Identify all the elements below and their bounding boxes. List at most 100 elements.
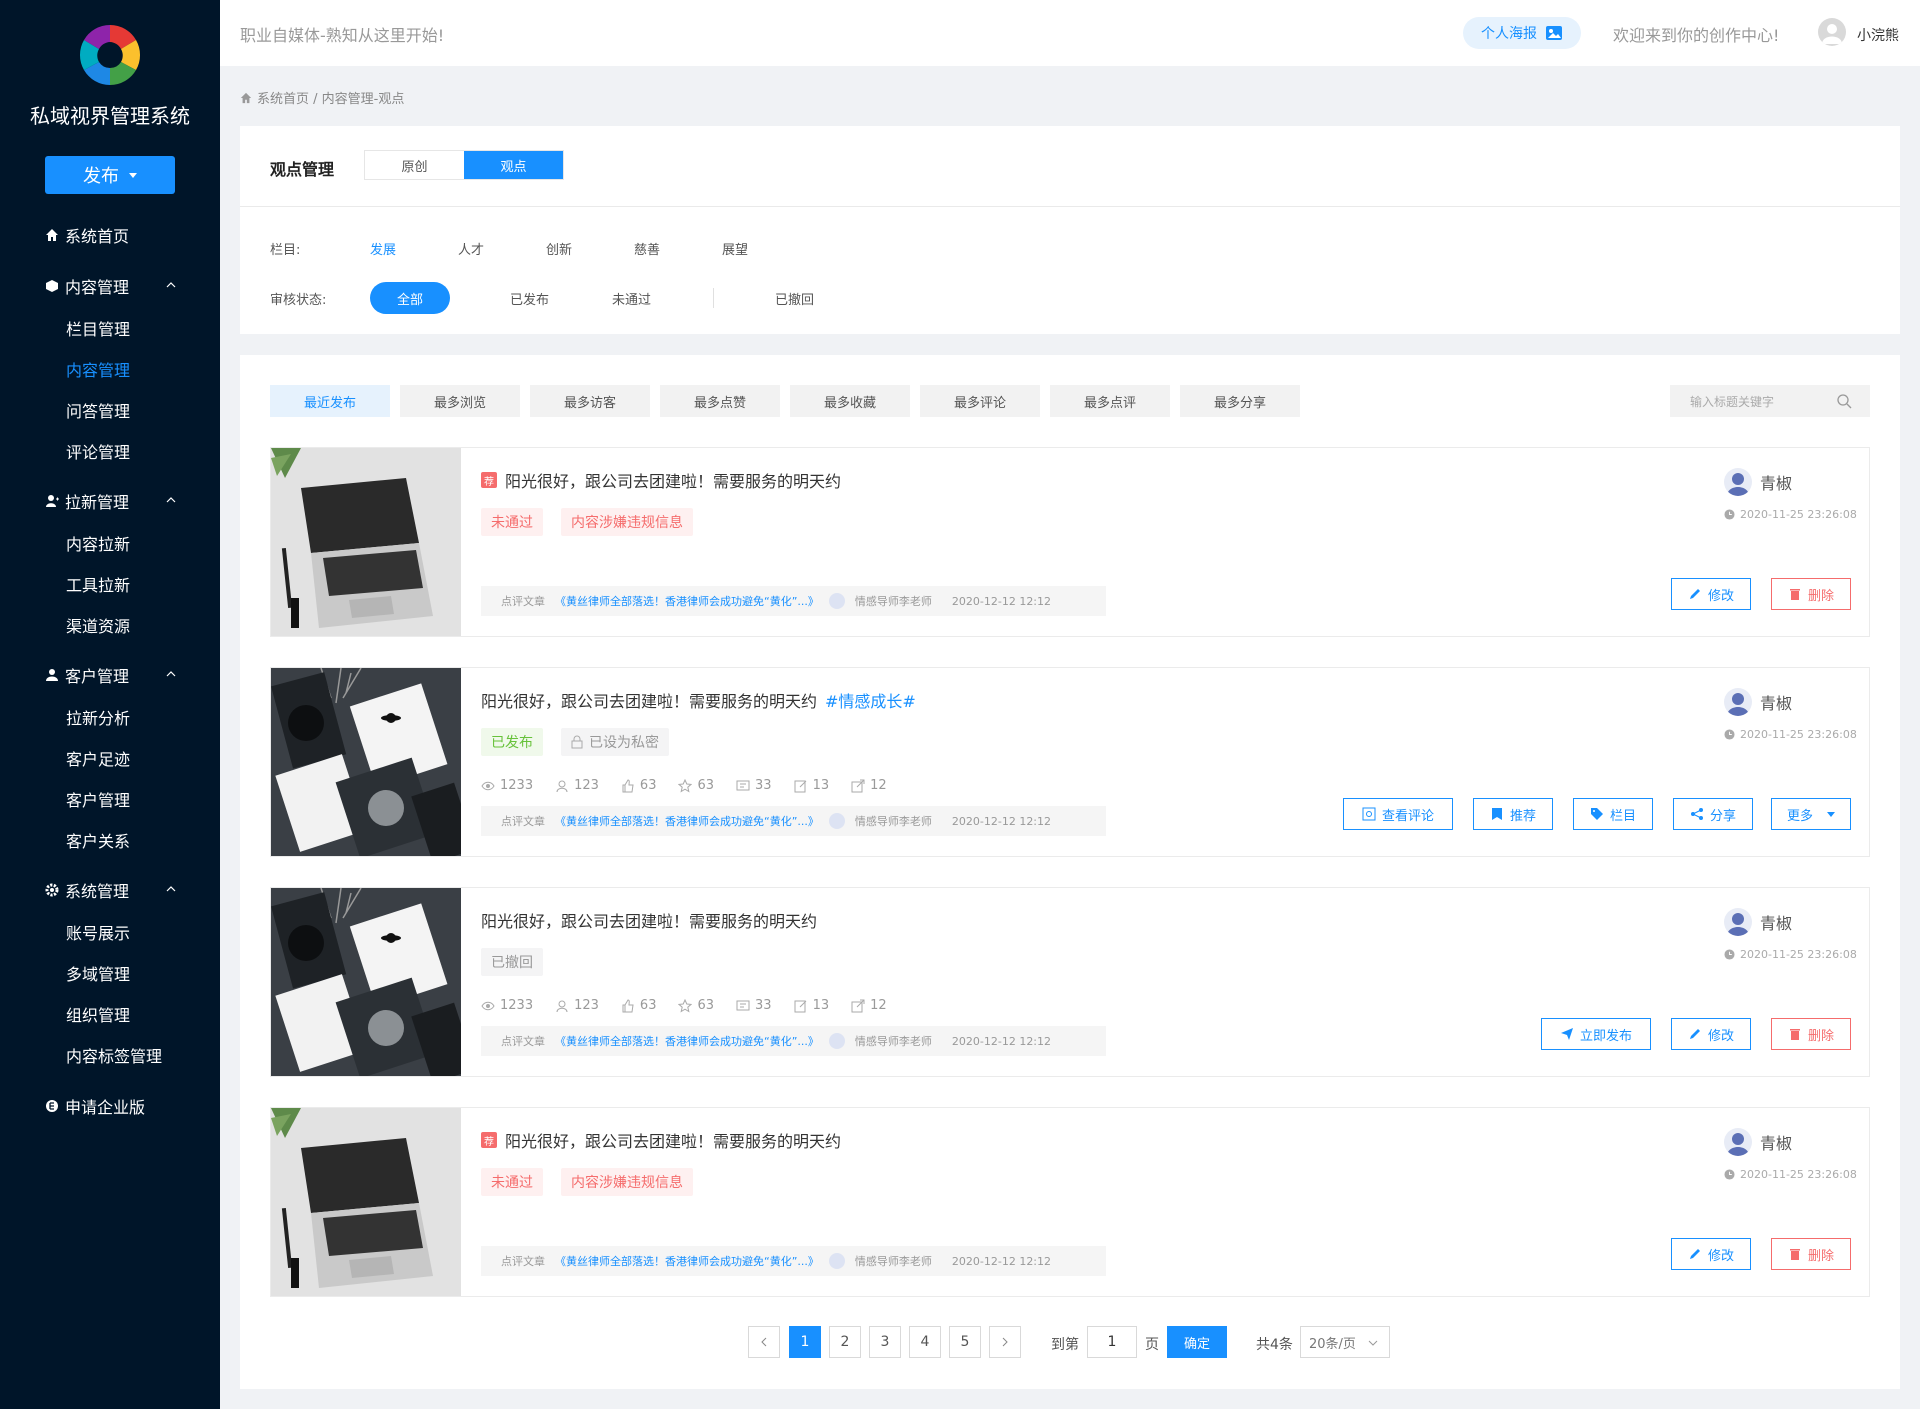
page-1[interactable]: 1	[789, 1326, 821, 1358]
sidebar-item-channel[interactable]: 渠道资源	[66, 605, 130, 645]
breadcrumb-text[interactable]: 系统首页 / 内容管理-观点	[257, 88, 404, 107]
menu-enterprise[interactable]: 申请企业版	[0, 1086, 220, 1126]
ref-article-link[interactable]: 《黄丝律师全部落选！香港律师会成功避免“黄化”...》	[555, 1033, 819, 1049]
menu-system[interactable]: 系统管理	[0, 870, 220, 910]
personal-poster-button[interactable]: 个人海报	[1463, 17, 1581, 49]
prev-page-button[interactable]	[748, 1326, 780, 1358]
sidebar-item-content-growth[interactable]: 内容拉新	[66, 523, 130, 563]
page-5[interactable]: 5	[949, 1326, 981, 1358]
ref-article-link[interactable]: 《黄丝律师全部落选！香港律师会成功避免“黄化”...》	[555, 593, 819, 609]
item-title[interactable]: 荐 阳光很好，跟公司去团建啦！需要服务的明天约	[481, 1128, 841, 1152]
page-3[interactable]: 3	[869, 1326, 901, 1358]
reviewer-avatar	[828, 1253, 845, 1269]
cards-thumbnail[interactable]	[271, 888, 461, 1076]
ref-article-link[interactable]: 《黄丝律师全部落选！香港律师会成功避免“黄化”...》	[555, 1253, 819, 1269]
sidebar-item-footprint[interactable]: 客户足迹	[66, 738, 130, 778]
sort-visitors[interactable]: 最多访客	[530, 385, 650, 417]
sidebar-item-tags[interactable]: 内容标签管理	[66, 1035, 162, 1075]
sort-views[interactable]: 最多浏览	[400, 385, 520, 417]
category-development[interactable]: 发展	[370, 239, 396, 258]
page-2[interactable]: 2	[829, 1326, 861, 1358]
category-outlook[interactable]: 展望	[722, 239, 748, 258]
segment-opinion[interactable]: 观点	[464, 151, 563, 179]
publish-button[interactable]: 发布	[45, 156, 175, 194]
status-all[interactable]: 全部	[370, 282, 450, 314]
stat-visitors: 123	[555, 778, 599, 793]
menu-content[interactable]: 内容管理	[0, 266, 220, 306]
stat-visitors: 123	[555, 998, 599, 1013]
laptop-thumbnail[interactable]	[271, 448, 461, 636]
reviewer-avatar	[828, 593, 845, 609]
avatar[interactable]	[1818, 18, 1846, 46]
sort-likes[interactable]: 最多点赞	[660, 385, 780, 417]
cards-thumbnail[interactable]	[271, 668, 461, 856]
laptop-thumbnail[interactable]	[271, 1108, 461, 1296]
menu-growth[interactable]: 拉新管理	[0, 481, 220, 521]
sidebar-item-domains[interactable]: 多域管理	[66, 953, 130, 993]
timestamp: 2020-11-25 23:26:08	[1724, 948, 1857, 961]
search-icon[interactable]	[1836, 393, 1852, 409]
user-name[interactable]: 小浣熊	[1857, 25, 1899, 45]
recommend-button[interactable]: 推荐	[1473, 798, 1553, 830]
sort-favorites[interactable]: 最多收藏	[790, 385, 910, 417]
share-button[interactable]: 分享	[1673, 798, 1753, 830]
search-input[interactable]: 输入标题关键字	[1670, 385, 1870, 417]
item-title[interactable]: 阳光很好，跟公司去团建啦！需要服务的明天约	[481, 908, 817, 932]
sidebar-item-comments[interactable]: 评论管理	[66, 431, 130, 471]
delete-button[interactable]: 删除	[1771, 1238, 1851, 1270]
sidebar-item-qa[interactable]: 问答管理	[66, 390, 130, 430]
status-published[interactable]: 已发布	[510, 282, 549, 314]
author[interactable]: 青椒	[1724, 468, 1792, 496]
goto-page-input[interactable]: 1	[1087, 1326, 1137, 1358]
sort-reviews[interactable]: 最多点评	[1050, 385, 1170, 417]
goto-label: 到第	[1051, 1337, 1079, 1353]
publish-now-button[interactable]: 立即发布	[1541, 1018, 1651, 1050]
segment-original[interactable]: 原创	[365, 151, 464, 179]
recommended-badge: 荐	[481, 472, 497, 488]
sidebar-item-tool-growth[interactable]: 工具拉新	[66, 564, 130, 604]
page-4[interactable]: 4	[909, 1326, 941, 1358]
item-title[interactable]: 荐 阳光很好，跟公司去团建啦！需要服务的明天约	[481, 468, 841, 492]
category-charity[interactable]: 慈善	[634, 239, 660, 258]
page-size-select[interactable]: 20条/页	[1300, 1326, 1390, 1358]
hashtag[interactable]: #情感成长#	[825, 688, 916, 712]
sidebar-item-accounts[interactable]: 账号展示	[66, 912, 130, 952]
sidebar-item-customers[interactable]: 客户管理	[66, 779, 130, 819]
users-icon	[46, 669, 58, 681]
sort-comments[interactable]: 最多评论	[920, 385, 1040, 417]
status-rejected[interactable]: 未通过	[612, 282, 651, 314]
author[interactable]: 青椒	[1724, 688, 1792, 716]
menu-customer[interactable]: 客户管理	[0, 655, 220, 695]
sidebar-item-content[interactable]: 内容管理	[66, 349, 130, 389]
edit-button[interactable]: 修改	[1671, 1018, 1751, 1050]
ref-article-link[interactable]: 《黄丝律师全部落选！香港律师会成功避免“黄化”...》	[555, 813, 819, 829]
cards-image	[271, 668, 461, 856]
delete-button[interactable]: 删除	[1771, 578, 1851, 610]
timestamp-text: 2020-11-25 23:26:08	[1740, 948, 1857, 961]
laptop-image	[271, 1108, 461, 1296]
sidebar-item-growth-analysis[interactable]: 拉新分析	[66, 697, 130, 737]
delete-button[interactable]: 删除	[1771, 1018, 1851, 1050]
sort-recent[interactable]: 最近发布	[270, 385, 390, 417]
menu-enterprise-label: 申请企业版	[65, 1098, 146, 1117]
goto-confirm-button[interactable]: 确定	[1167, 1326, 1227, 1358]
recommended-badge: 荐	[481, 1132, 497, 1148]
column-button[interactable]: 栏目	[1573, 798, 1653, 830]
edit-button[interactable]: 修改	[1671, 1238, 1751, 1270]
item-title[interactable]: 阳光很好，跟公司去团建啦！需要服务的明天约 #情感成长#	[481, 688, 916, 712]
home-icon	[240, 92, 252, 103]
sidebar-item-column[interactable]: 栏目管理	[66, 308, 130, 348]
sort-shares[interactable]: 最多分享	[1180, 385, 1300, 417]
edit-button[interactable]: 修改	[1671, 578, 1751, 610]
sidebar-item-org[interactable]: 组织管理	[66, 994, 130, 1034]
more-dropdown[interactable]: 更多	[1771, 798, 1851, 830]
view-comments-button[interactable]: 查看评论	[1343, 798, 1453, 830]
sidebar-item-relations[interactable]: 客户关系	[66, 820, 130, 860]
category-talent[interactable]: 人才	[458, 239, 484, 258]
menu-home[interactable]: 系统首页	[0, 215, 220, 255]
status-withdrawn[interactable]: 已撤回	[775, 282, 814, 314]
author[interactable]: 青椒	[1724, 1128, 1792, 1156]
category-innovation[interactable]: 创新	[546, 239, 572, 258]
next-page-button[interactable]	[989, 1326, 1021, 1358]
author[interactable]: 青椒	[1724, 908, 1792, 936]
